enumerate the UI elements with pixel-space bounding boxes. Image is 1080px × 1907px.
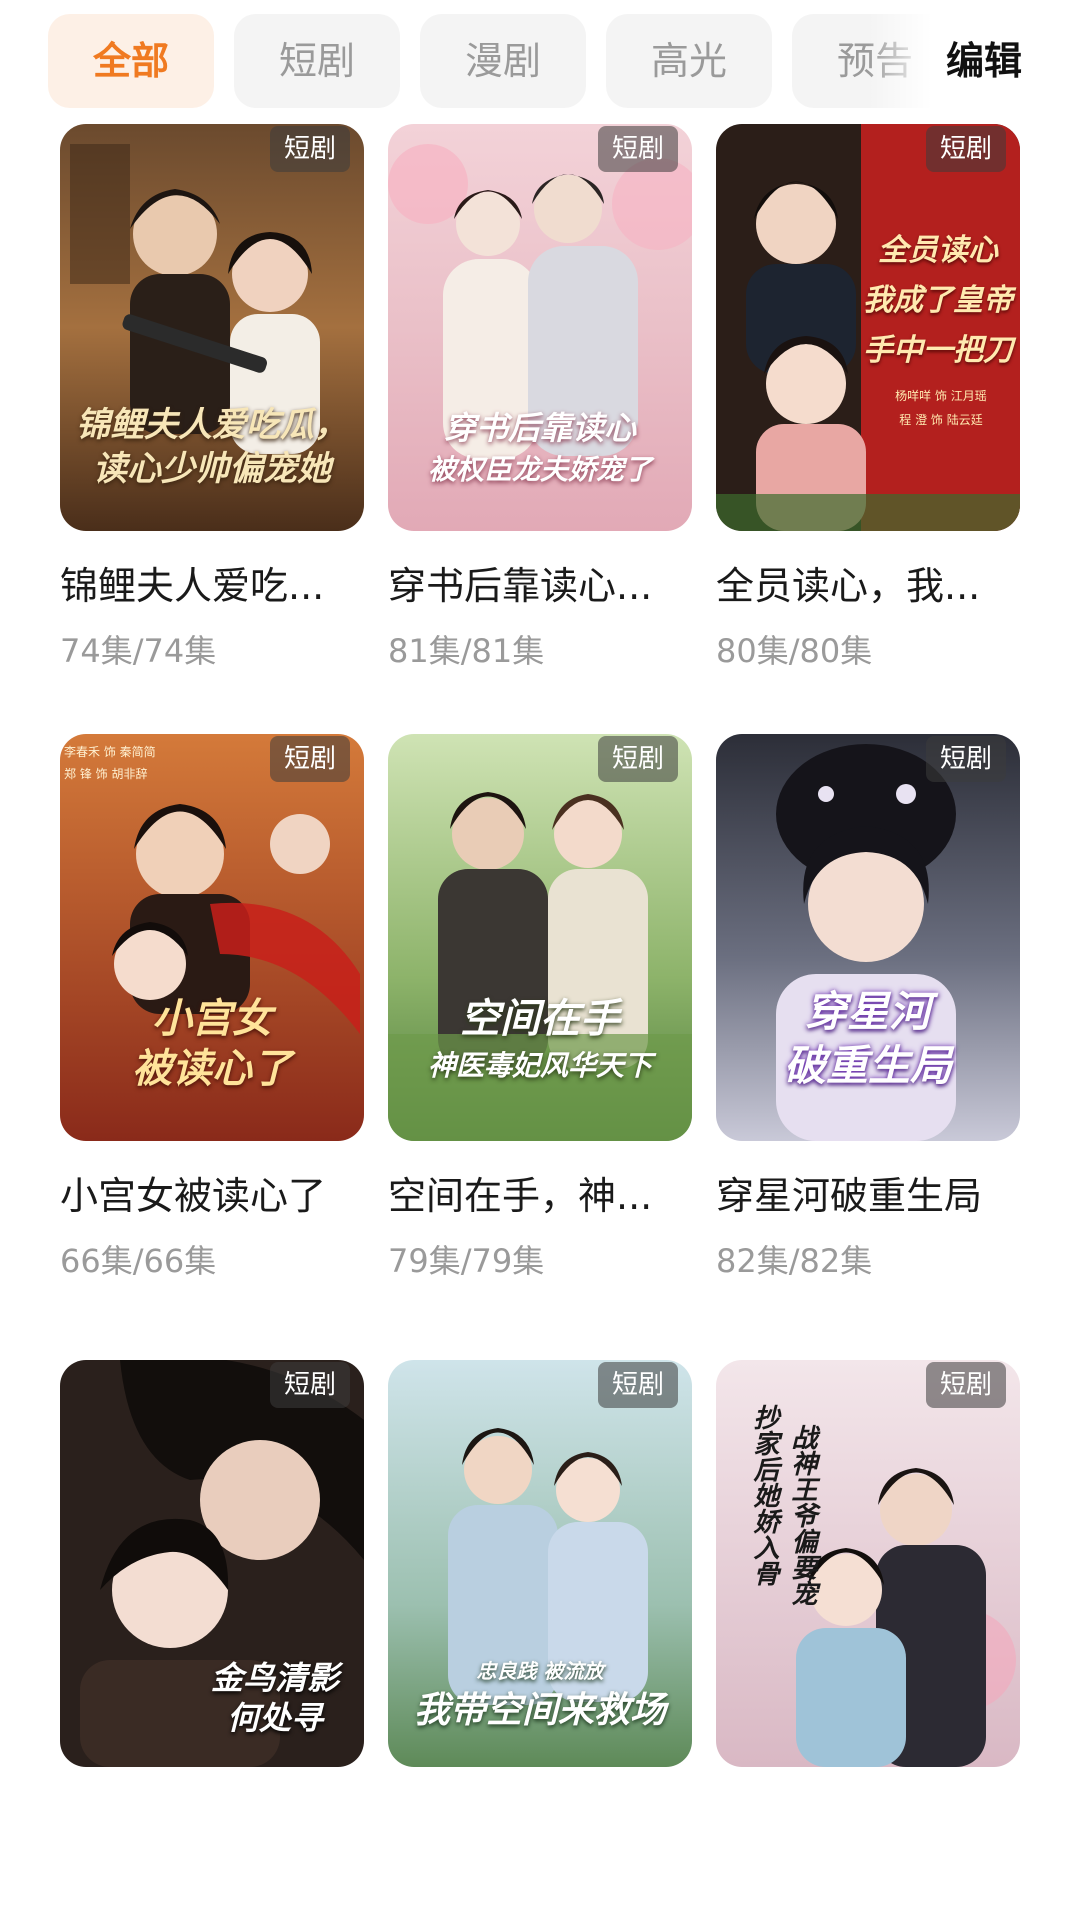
poster-title-line: 锦鲤夫人爱吃瓜， [76,405,348,445]
poster-credit: 杨咩咩 饰 江月瑶 [895,389,987,403]
tab-comic-drama[interactable]: 漫剧 [420,14,586,108]
poster-title-line: 全员读心 [878,233,998,268]
drama-card[interactable]: 全员读心 我成了皇帝 手中一把刀 杨咩咩 饰 江月瑶 程 澄 饰 陆云廷 短剧 … [716,124,1020,671]
drama-card[interactable]: 穿星河 破重生局 短剧 穿星河破重生局 82集/82集 [716,734,1020,1281]
drama-card[interactable]: 穿书后靠读心 被权臣龙夫娇宠了 短剧 穿书后靠读心... 81集/81集 [388,124,692,671]
poster-credit: 李春禾 饰 秦简简 [64,745,156,759]
edit-button[interactable]: 编辑 [946,36,1022,86]
poster-title-line: 破重生局 [783,1041,952,1090]
drama-title: 全员读心，我... [716,564,981,608]
drama-card[interactable]: 金鸟清影 何处寻 短剧 [60,1360,364,1907]
episode-count [388,1867,692,1907]
category-tag: 短剧 [925,736,1006,782]
tab-trailers[interactable]: 预告 [792,14,958,108]
drama-card[interactable]: 锦鲤夫人爱吃瓜， 读心少帅偏宠她 短剧 锦鲤夫人爱吃... 74集/74集 [60,124,364,671]
episode-count: 66集/66集 [60,1242,217,1280]
poster-image: 空间在手 神医毒妃风华天下 短剧 [388,734,692,1141]
drama-title: 空间在手，神... [388,1174,653,1218]
poster-image: 金鸟清影 何处寻 短剧 [60,1360,364,1767]
poster-title-line: 神医毒妃风华天下 [427,1049,652,1082]
episode-count: 74集/74集 [60,632,217,670]
episode-count: 80集/80集 [716,632,873,670]
poster-image: 抄家后她娇入骨 战神王爷偏要宠 短剧 [716,1360,1020,1767]
poster-art [716,124,1020,531]
poster-title-line: 手中一把刀 [863,333,1013,368]
category-tag: 短剧 [269,1362,350,1408]
category-tag: 短剧 [597,1362,678,1408]
episode-count [60,1867,364,1907]
poster-title-line: 被读心了 [132,1045,292,1092]
episode-count: 81集/81集 [388,632,545,670]
poster-title-line: 穿书后靠读心 [443,409,636,447]
poster-image: 忠良践 被流放 我带空间来救场 短剧 [388,1360,692,1767]
tab-highlights[interactable]: 高光 [606,14,772,108]
drama-card[interactable]: 李春禾 饰 秦简简 郑 锋 饰 胡非辞 小宫女 被读心了 短剧 小宫女被读心了 … [60,734,364,1281]
poster-title-line: 读心少帅偏宠她 [93,449,331,489]
category-tag: 短剧 [925,1362,1006,1408]
poster-credit: 郑 锋 饰 胡非辞 [64,767,148,781]
episode-count [716,1867,1020,1907]
poster-title-line: 金鸟清影 [210,1659,339,1697]
drama-title [388,1797,692,1847]
drama-title [716,1797,1020,1847]
episode-count: 79集/79集 [388,1242,545,1280]
poster-title-line: 空间在手 [460,995,620,1042]
drama-title: 锦鲤夫人爱吃... [60,564,325,608]
poster-title-line: 穿星河 [804,987,931,1036]
category-tag: 短剧 [597,736,678,782]
poster-title-line: 我成了皇帝 [863,283,1013,318]
drama-title [60,1797,364,1847]
poster-title-line: 何处寻 [226,1699,323,1737]
category-tag: 短剧 [597,126,678,172]
category-tag: 短剧 [269,736,350,782]
poster-title-line: 被权臣龙夫娇宠了 [427,453,652,486]
poster-image: 李春禾 饰 秦简简 郑 锋 饰 胡非辞 小宫女 被读心了 短剧 [60,734,364,1141]
category-tag: 短剧 [925,126,1006,172]
poster-image: 穿书后靠读心 被权臣龙夫娇宠了 短剧 [388,124,692,531]
poster-title-line: 战神王爷偏要宠 [787,1424,817,1606]
poster-title-line: 我带空间来救场 [413,1689,666,1731]
poster-credit: 程 澄 饰 陆云廷 [899,413,983,427]
tab-short-drama[interactable]: 短剧 [234,14,400,108]
drama-title: 穿书后靠读心... [388,564,653,608]
poster-image: 穿星河 破重生局 短剧 [716,734,1020,1141]
drama-title: 小宫女被读心了 [60,1174,327,1218]
drama-card[interactable]: 抄家后她娇入骨 战神王爷偏要宠 短剧 [716,1360,1020,1907]
tab-all[interactable]: 全部 [48,14,214,108]
drama-grid: 锦鲤夫人爱吃瓜， 读心少帅偏宠她 短剧 锦鲤夫人爱吃... 74集/74集 穿书… [0,0,1080,1767]
drama-card[interactable]: 空间在手 神医毒妃风华天下 短剧 空间在手，神... 79集/79集 [388,734,692,1281]
category-tab-bar: 全部 短剧 漫剧 高光 预告 编辑 [0,0,1080,118]
poster-image: 全员读心 我成了皇帝 手中一把刀 杨咩咩 饰 江月瑶 程 澄 饰 陆云廷 短剧 [716,124,1020,531]
poster-title-line: 忠良践 被流放 [476,1659,604,1683]
category-tag: 短剧 [269,126,350,172]
poster-image: 锦鲤夫人爱吃瓜， 读心少帅偏宠她 短剧 [60,124,364,531]
episode-count: 82集/82集 [716,1242,873,1280]
poster-title-line: 小宫女 [152,995,272,1042]
drama-card[interactable]: 忠良践 被流放 我带空间来救场 短剧 [388,1360,692,1907]
drama-title: 穿星河破重生局 [716,1174,983,1218]
